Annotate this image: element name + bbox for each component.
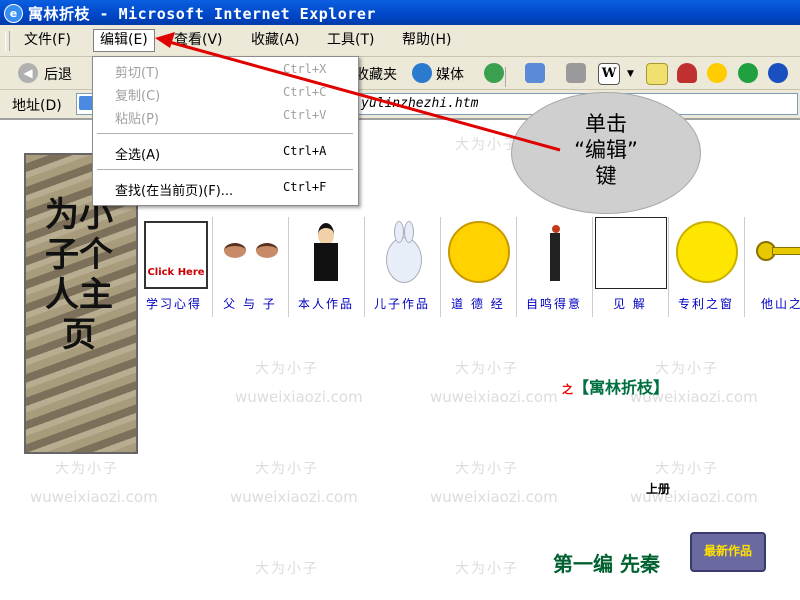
red-pointer-arrow [155,32,561,152]
